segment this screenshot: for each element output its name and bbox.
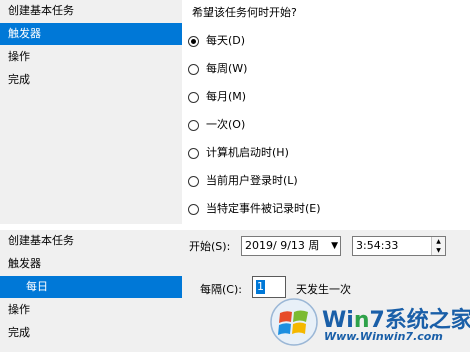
start-time-value: 3:54:33: [356, 239, 399, 252]
sidebar-item-trigger[interactable]: 触发器: [0, 253, 182, 275]
start-date-picker[interactable]: 2019/ 9/13 周 ▼: [241, 236, 341, 256]
sidebar-item-daily[interactable]: 每日: [0, 276, 182, 298]
bottom-sidebar: 创建基本任务 触发器 每日 操作 完成: [0, 230, 182, 352]
radio-unchecked-icon[interactable]: [188, 63, 199, 75]
radio-weekly[interactable]: 每周(W): [188, 59, 247, 79]
radio-label: 一次(O): [206, 118, 246, 131]
radio-unchecked-icon[interactable]: [188, 175, 199, 187]
sidebar-item-action[interactable]: 操作: [0, 299, 182, 321]
start-date-value: 2019/ 9/13 周: [245, 239, 320, 252]
sidebar-item-create-basic-task[interactable]: 创建基本任务: [0, 0, 182, 22]
sidebar-item-create-basic-task[interactable]: 创建基本任务: [0, 230, 182, 252]
radio-event-logged[interactable]: 当特定事件被记录时(E): [188, 199, 321, 219]
radio-label: 当特定事件被记录时(E): [206, 202, 321, 215]
radio-label: 每天(D): [206, 34, 246, 47]
top-sidebar: 创建基本任务 触发器 操作 完成: [0, 0, 182, 224]
radio-user-logon[interactable]: 当前用户登录时(L): [188, 171, 298, 191]
radio-label: 每周(W): [206, 62, 248, 75]
repeat-label: 每隔(C):: [200, 283, 242, 296]
watermark-url: Www.Winwin7.com: [324, 330, 443, 343]
radio-unchecked-icon[interactable]: [188, 147, 199, 159]
repeat-interval-value: 1: [256, 280, 265, 294]
sidebar-item-action[interactable]: 操作: [0, 46, 182, 68]
radio-once[interactable]: 一次(O): [188, 115, 245, 135]
spin-down-icon[interactable]: ▼: [431, 246, 445, 255]
windows-logo-icon: [270, 298, 318, 346]
radio-label: 计算机启动时(H): [206, 146, 289, 159]
radio-unchecked-icon[interactable]: [188, 91, 199, 103]
radio-monthly[interactable]: 每月(M): [188, 87, 246, 107]
radio-label: 每月(M): [206, 90, 247, 103]
radio-unchecked-icon[interactable]: [188, 203, 199, 215]
start-time-input[interactable]: 3:54:33 ▲ ▼: [352, 236, 446, 256]
radio-unchecked-icon[interactable]: [188, 119, 199, 131]
sidebar-item-finish[interactable]: 完成: [0, 69, 182, 91]
radio-computer-startup[interactable]: 计算机启动时(H): [188, 143, 289, 163]
sidebar-item-trigger[interactable]: 触发器: [0, 23, 182, 45]
trigger-question: 希望该任务何时开始?: [192, 6, 297, 19]
radio-label: 当前用户登录时(L): [206, 174, 298, 187]
radio-daily[interactable]: 每天(D): [188, 31, 245, 51]
sidebar-item-finish[interactable]: 完成: [0, 322, 182, 344]
start-label: 开始(S):: [189, 240, 231, 253]
repeat-interval-input[interactable]: 1: [252, 276, 286, 298]
radio-checked-icon[interactable]: [188, 35, 199, 47]
chevron-down-icon[interactable]: ▼: [331, 237, 338, 255]
